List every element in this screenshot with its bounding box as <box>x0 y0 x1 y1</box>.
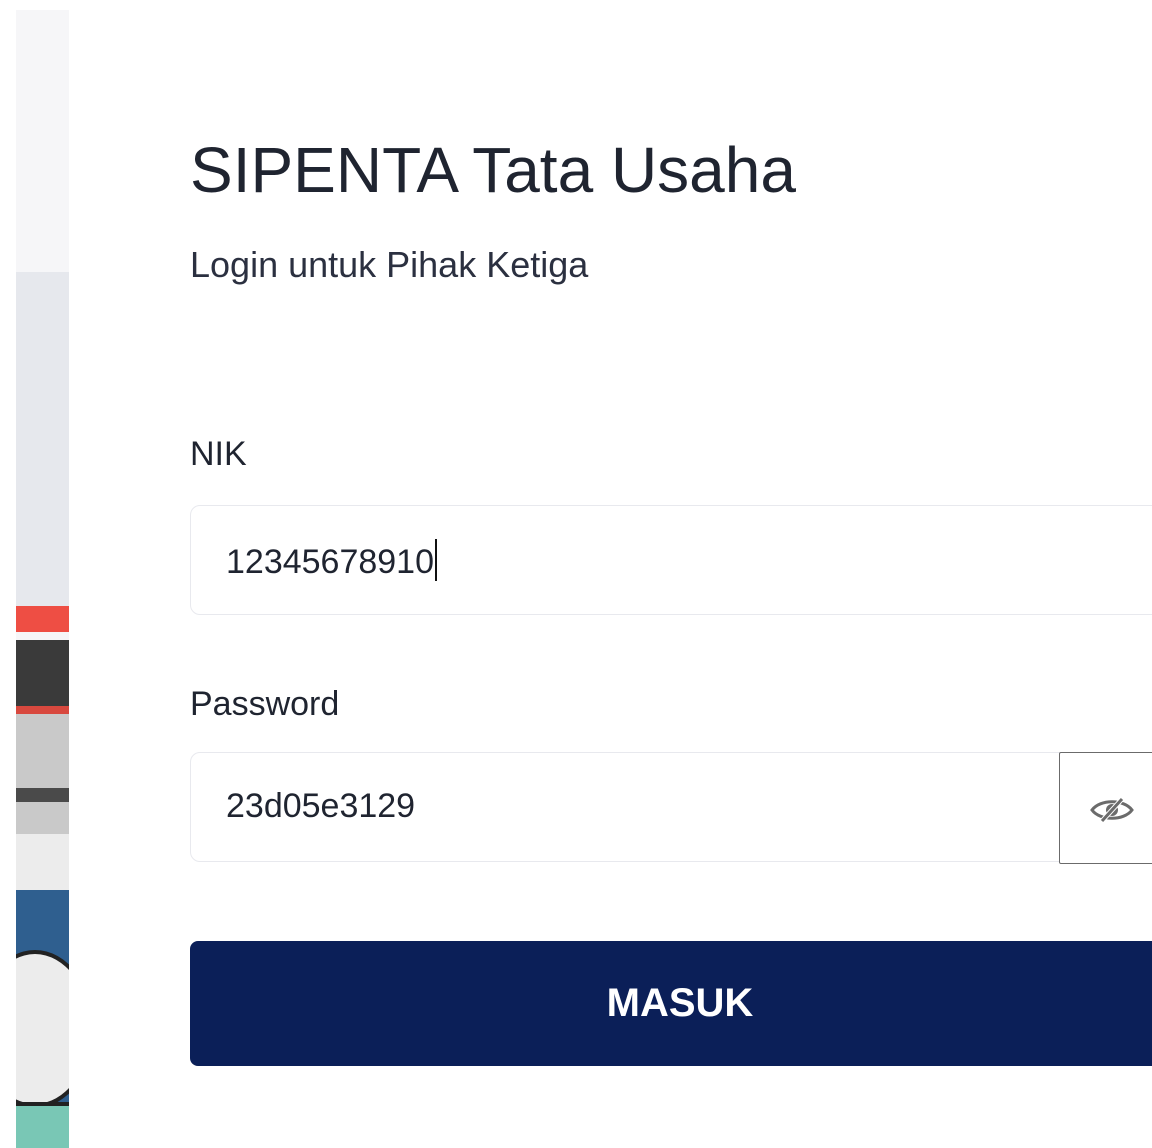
login-form: SIPENTA Tata Usaha Login untuk Pihak Ket… <box>190 0 1152 1148</box>
side-illustration <box>16 10 69 1148</box>
page-subtitle: Login untuk Pihak Ketiga <box>190 244 589 285</box>
text-caret <box>435 539 438 581</box>
page-title: SIPENTA Tata Usaha <box>190 134 796 206</box>
password-input[interactable]: 23d05e3129 <box>190 752 1060 862</box>
nik-value: 12345678910 <box>226 543 435 581</box>
login-page: SIPENTA Tata Usaha Login untuk Pihak Ket… <box>0 0 1152 1148</box>
password-value: 23d05e3129 <box>226 787 416 825</box>
password-label: Password <box>190 685 340 723</box>
eye-slash-icon <box>1090 797 1134 823</box>
login-button[interactable]: MASUK <box>190 941 1152 1066</box>
password-visibility-toggle[interactable] <box>1059 752 1152 864</box>
login-button-label: MASUK <box>606 981 754 1025</box>
nik-input[interactable]: 12345678910 <box>190 505 1152 615</box>
nik-label: NIK <box>190 435 247 473</box>
